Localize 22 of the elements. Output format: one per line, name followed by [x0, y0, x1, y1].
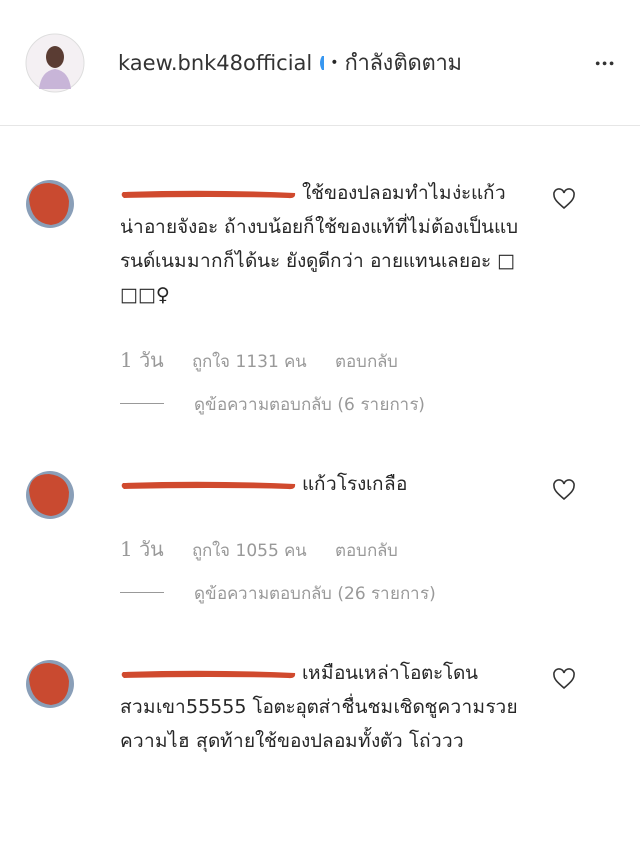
comment-time: 1 วัน: [120, 536, 164, 563]
redacted-avatar[interactable]: [25, 179, 75, 229]
redacted-avatar[interactable]: [25, 659, 75, 709]
username[interactable]: kaew.bnk48official: [118, 50, 312, 74]
heart-icon[interactable]: [552, 479, 576, 501]
heart-icon[interactable]: [552, 668, 576, 690]
separator-dot: •: [330, 54, 339, 70]
following-status[interactable]: กำลังติดตาม: [344, 45, 463, 80]
more-options-button[interactable]: •••: [595, 54, 616, 70]
comment-text: เหมือนเหล่าโอตะโดนสวมเขา55555 โอตะอุตส่าชื่นชมเชิดชูความรวยความไฮ สุดท้ายใช้ของปลอมทั้งตัว โถ่ววว: [120, 660, 518, 754]
view-replies-button[interactable]: ดูข้อความตอบกลับ (6 รายการ): [194, 390, 425, 417]
heart-icon[interactable]: [552, 188, 576, 210]
comment-time: 1 วัน: [120, 347, 164, 374]
profile-avatar[interactable]: [25, 32, 85, 92]
reply-button[interactable]: ตอบกลับ: [335, 536, 398, 563]
likes-count[interactable]: ถูกใจ 1131 คน: [192, 347, 308, 374]
redacted-avatar[interactable]: [25, 470, 75, 520]
likes-count[interactable]: ถูกใจ 1055 คน: [192, 536, 308, 563]
comment-text: ใช้ของปลอมทำไมง่ะแก้ว น่าอายจังอะ ถ้างบน้อยก็ใช้ของแท้ที่ไม่ต้องเป็นแบรนด์เนมมากก็ได้นะ ยังดูดีกว่า อายแทนเลยอะ □ □□♀: [120, 181, 520, 308]
comment-text: แก้วโรงเกลือ: [120, 467, 520, 501]
reply-button[interactable]: ตอบกลับ: [335, 347, 398, 374]
view-replies-button[interactable]: ดูข้อความตอบกลับ (26 รายการ): [194, 579, 436, 606]
